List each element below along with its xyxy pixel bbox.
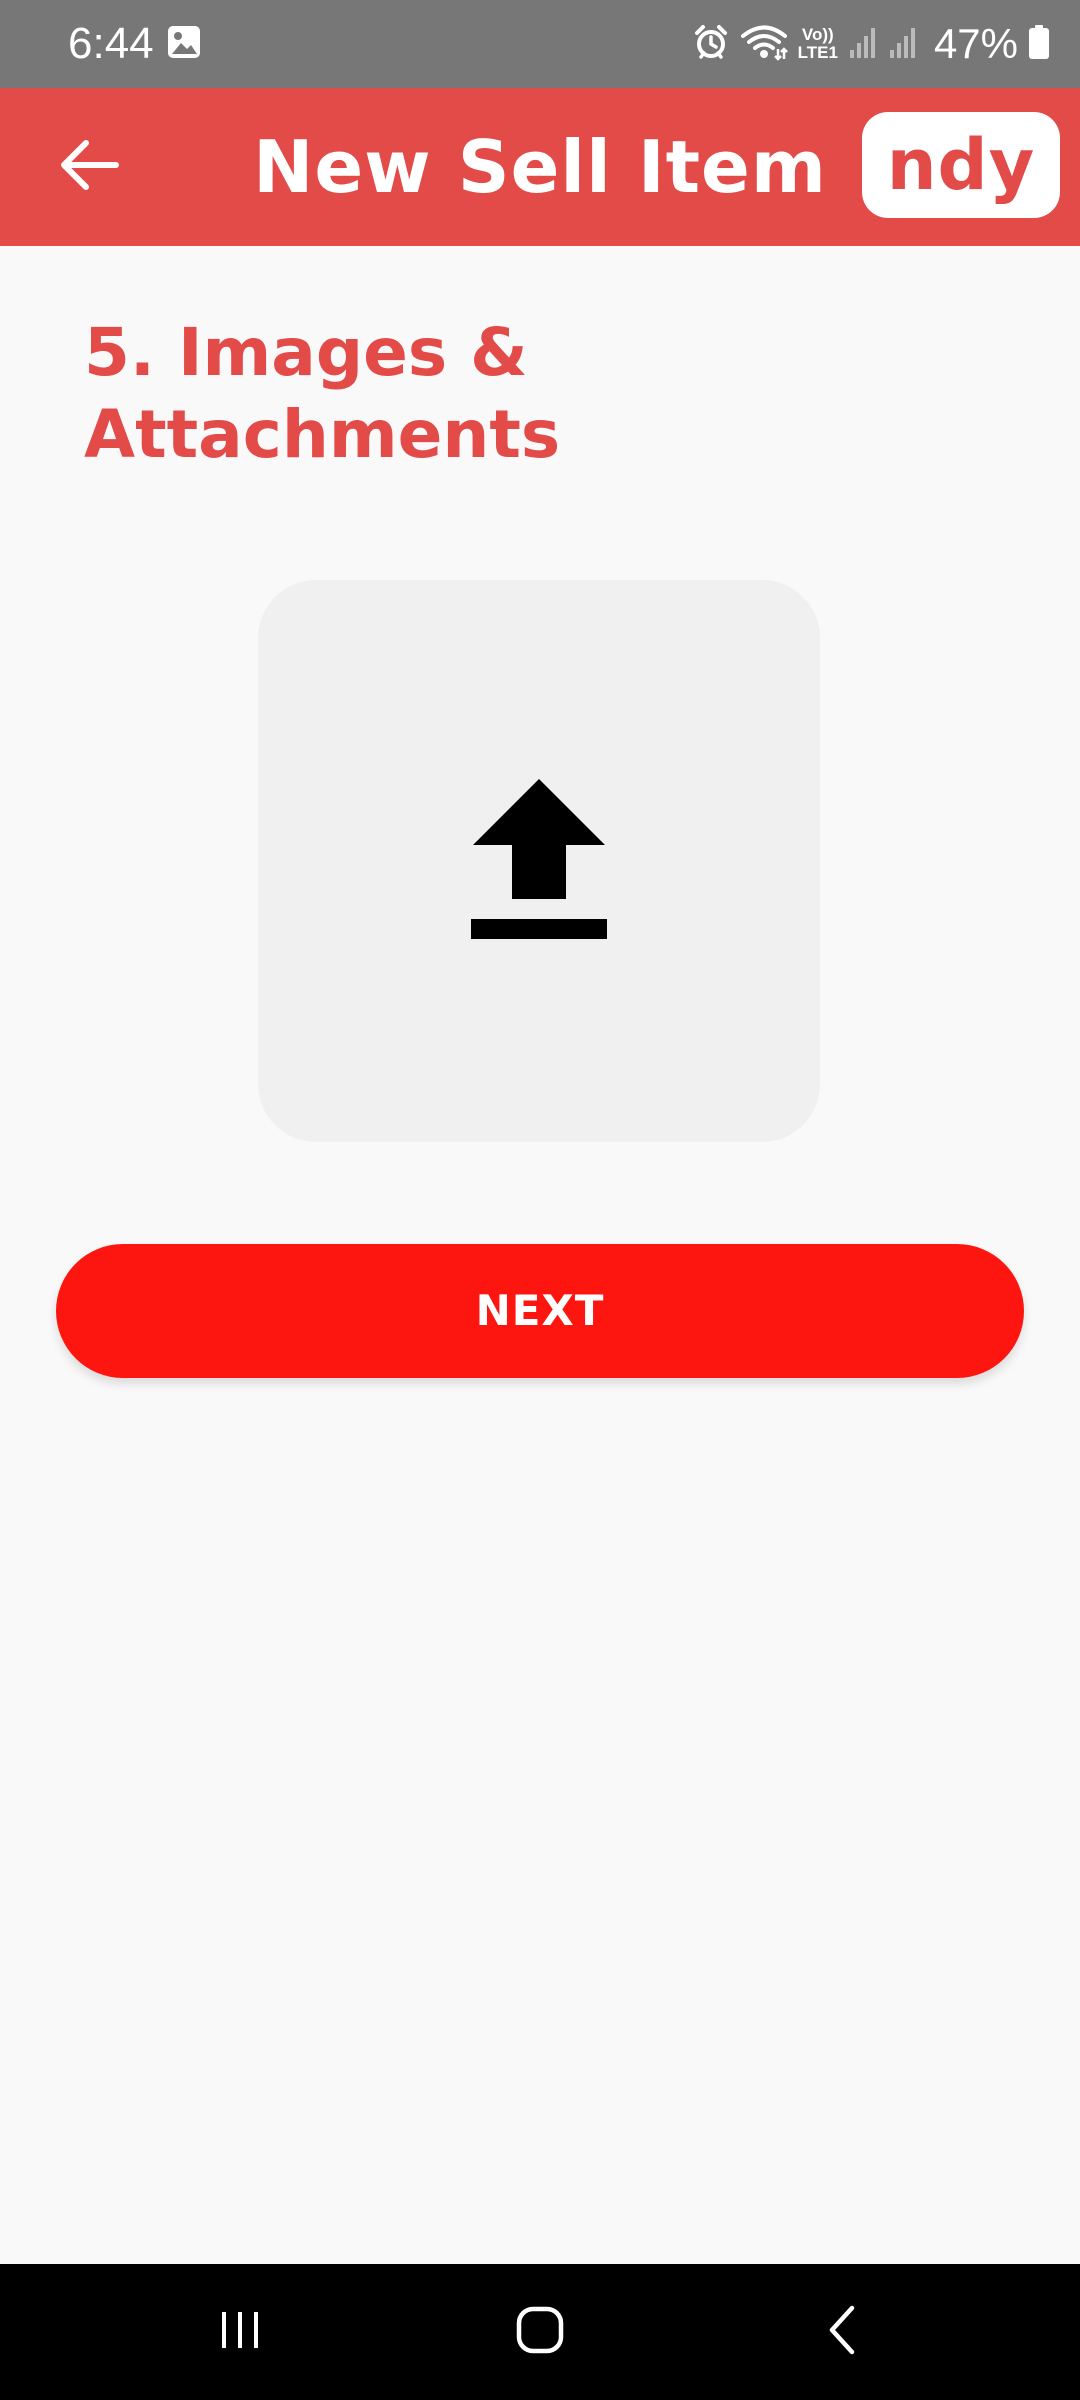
signal-icon-2 — [888, 24, 918, 65]
gallery-icon — [166, 24, 202, 60]
recent-apps-icon — [216, 2306, 264, 2359]
app-bar: New Sell Item ndy — [0, 88, 1080, 246]
home-button[interactable] — [460, 2264, 620, 2400]
volte-top-text: Vo)) — [801, 25, 834, 44]
home-icon — [514, 2304, 566, 2361]
battery-icon — [1028, 24, 1050, 65]
upload-image-tile[interactable] — [258, 580, 820, 1142]
back-icon — [820, 2304, 868, 2361]
nav-back-button[interactable] — [764, 2264, 924, 2400]
signal-icon — [848, 24, 878, 65]
next-button[interactable]: NEXT — [56, 1244, 1024, 1378]
alarm-icon — [692, 23, 730, 66]
status-icons: Vo)) LTE1 47% — [692, 0, 1050, 88]
status-time: 6:44 — [68, 19, 154, 68]
volte-bottom-text: LTE1 — [797, 43, 838, 62]
brand-logo: ndy — [862, 112, 1060, 218]
status-bar: 6:44 Vo)) LTE1 47% — [0, 0, 1080, 88]
battery-percent: 47% — [933, 20, 1018, 67]
section-title: 5. Images & Attachments — [84, 314, 561, 473]
volte-icon: Vo)) LTE1 — [798, 26, 838, 62]
upload-icon — [469, 777, 609, 946]
system-nav-bar — [0, 2264, 1080, 2400]
recent-apps-button[interactable] — [160, 2264, 320, 2400]
wifi-icon — [740, 23, 788, 66]
